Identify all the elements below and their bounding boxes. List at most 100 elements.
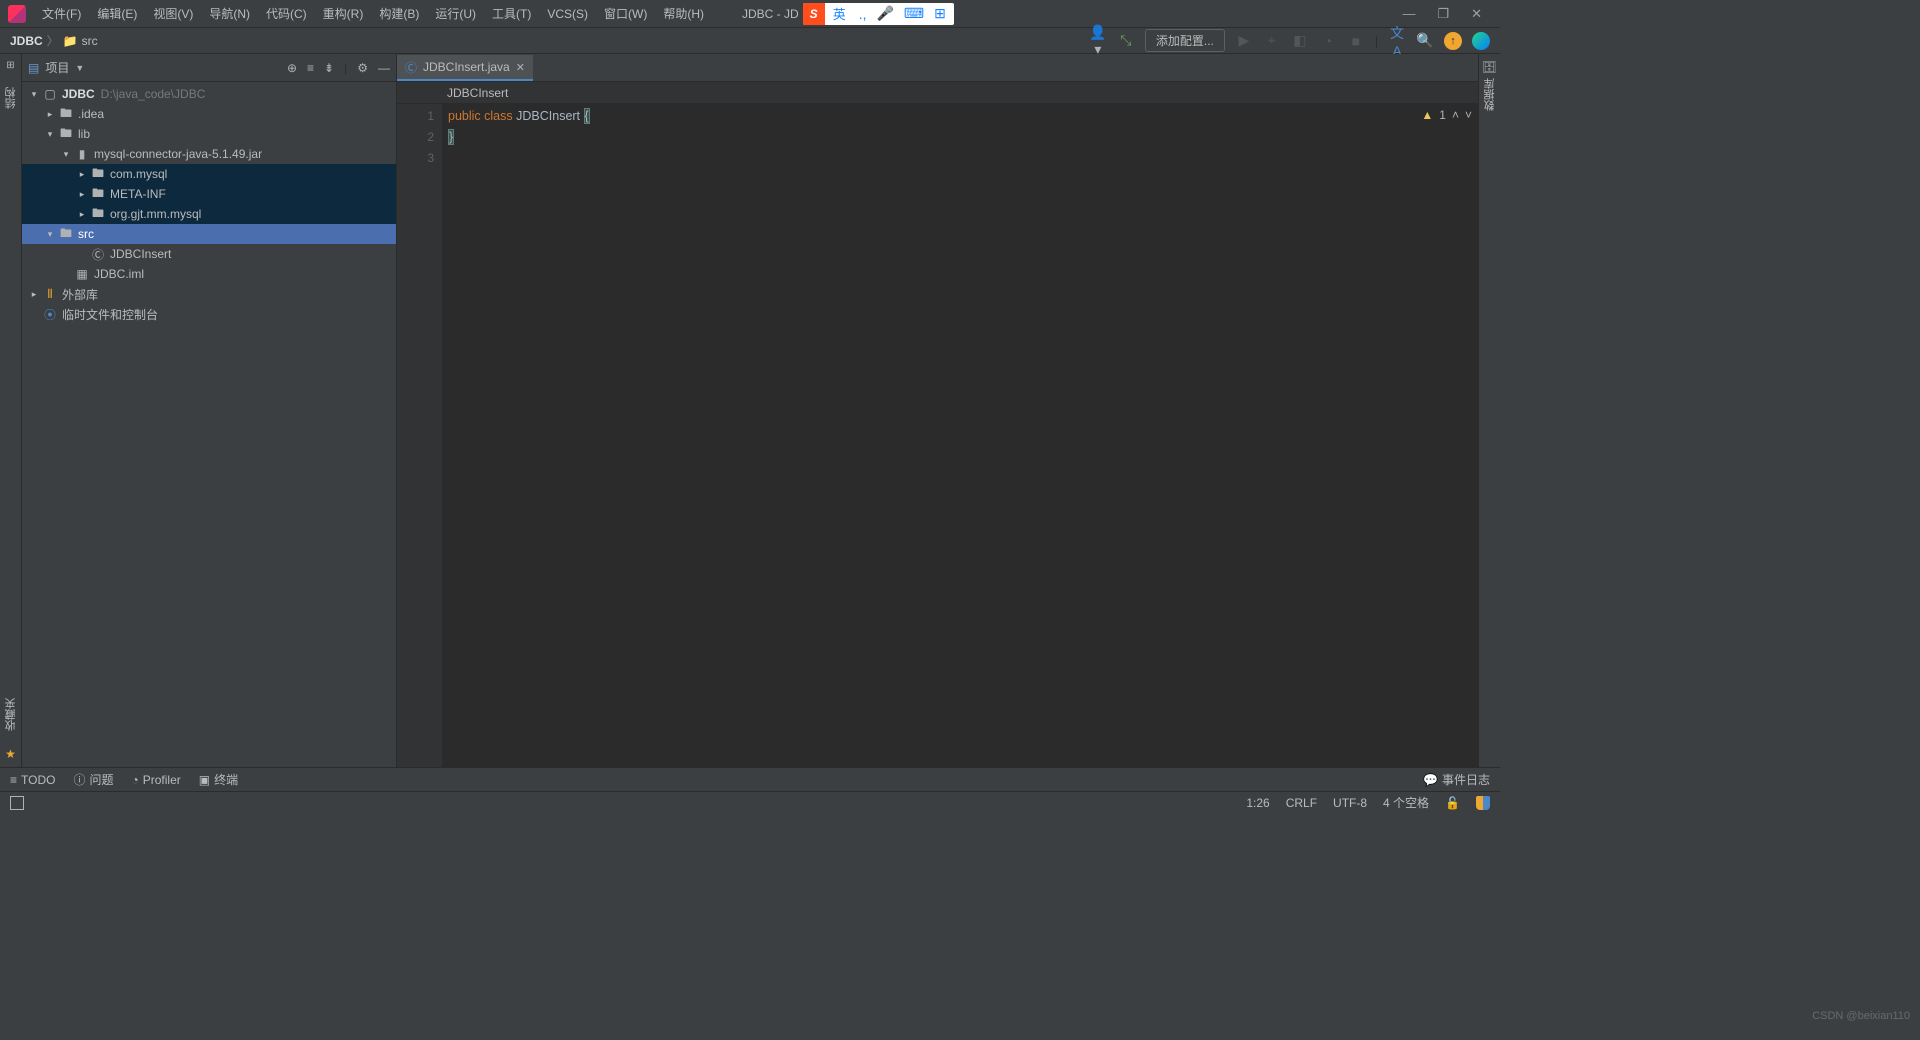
ime-lang[interactable]: 英 <box>825 4 854 23</box>
database-tool-button[interactable]: 数据库 <box>1482 78 1498 111</box>
line-number[interactable]: 1 <box>397 106 434 127</box>
menu-view[interactable]: 视图(V) <box>145 0 201 28</box>
structure-tool-button[interactable]: 结构 <box>3 87 19 109</box>
menu-window[interactable]: 窗口(W) <box>596 0 655 28</box>
tree-class-jdbcinsert[interactable]: ⒸJDBCInsert <box>22 244 396 264</box>
list-icon: ≡ <box>10 773 17 787</box>
collapse-all-icon[interactable]: ⇟ <box>324 61 334 75</box>
tree-external-libs[interactable]: ▸⫴外部库 <box>22 284 396 304</box>
next-highlight-icon[interactable]: ˅ <box>1465 108 1472 122</box>
tree-src-folder[interactable]: ▾🖿src <box>22 224 396 244</box>
search-icon[interactable]: 🔍 <box>1416 32 1434 49</box>
user-dropdown-icon[interactable]: 👤▾ <box>1089 24 1107 58</box>
line-number[interactable]: 3 <box>397 148 434 169</box>
tree-package-metainf[interactable]: ▸🖿META-INF <box>22 184 396 204</box>
ime-keyboard-icon[interactable]: ⌨ <box>899 5 929 22</box>
menu-build[interactable]: 构建(B) <box>371 0 427 28</box>
tab-label: JDBCInsert.java <box>423 60 510 74</box>
tree-package-com-mysql[interactable]: ▸🖿com.mysql <box>22 164 396 184</box>
favorites-tool-button[interactable]: 收藏夹 <box>3 698 19 731</box>
profiler-tool-button[interactable]: ◔Profiler <box>132 773 181 787</box>
menu-vcs[interactable]: VCS(S) <box>539 0 596 28</box>
maximize-button[interactable]: ❐ <box>1437 6 1449 22</box>
line-number[interactable]: 2 <box>397 127 434 148</box>
tree-idea-folder[interactable]: ▸🖿.idea <box>22 104 396 124</box>
menu-code[interactable]: 代码(C) <box>258 0 315 28</box>
classname: JDBCInsert <box>516 109 580 123</box>
file-encoding[interactable]: UTF-8 <box>1333 796 1367 810</box>
status-bar: 1:26 CRLF UTF-8 4 个空格 🔓 <box>0 791 1500 813</box>
ime-punct-icon[interactable]: ., <box>854 6 872 22</box>
coverage-icon[interactable]: ◧ <box>1291 32 1309 49</box>
menu-file[interactable]: 文件(F) <box>34 0 89 28</box>
tree-iml-file[interactable]: ▦JDBC.iml <box>22 264 396 284</box>
gear-icon[interactable]: ⚙ <box>357 61 368 75</box>
menu-run[interactable]: 运行(U) <box>427 0 484 28</box>
close-tab-icon[interactable]: ✕ <box>516 61 525 74</box>
locate-icon[interactable]: ⊕ <box>287 61 297 75</box>
todo-tool-button[interactable]: ≡ TODO <box>10 773 55 787</box>
database-icon[interactable]: 🗄 <box>1482 60 1497 74</box>
tree-lib-folder[interactable]: ▾🖿lib <box>22 124 396 144</box>
crumb-root[interactable]: JDBC <box>10 34 43 48</box>
project-dropdown-icon[interactable]: ▼ <box>75 63 84 73</box>
ime-mic-icon[interactable]: 🎤 <box>871 5 898 22</box>
menu-navigate[interactable]: 导航(N) <box>201 0 258 28</box>
editor-tab-jdbcinsert[interactable]: Ⓒ JDBCInsert.java ✕ <box>397 55 533 81</box>
stop-icon[interactable]: ■ <box>1347 33 1365 49</box>
problems-tool-button[interactable]: ⓘ问题 <box>73 771 113 788</box>
profile-icon[interactable]: ◔ <box>1319 33 1337 49</box>
run-icon[interactable]: ▶ <box>1235 32 1253 49</box>
project-title[interactable]: 项目 <box>45 59 69 76</box>
crumb-src[interactable]: src <box>82 34 98 48</box>
minimize-button[interactable]: — <box>1402 6 1415 22</box>
tree-package-org-gjt[interactable]: ▸🖿org.gjt.mm.mysql <box>22 204 396 224</box>
ime-grid-icon[interactable]: ⊞ <box>929 5 954 22</box>
module-path: D:\java_code\JDBC <box>101 87 206 101</box>
breadcrumb[interactable]: JDBC 〉 📁 src <box>10 32 98 49</box>
prev-highlight-icon[interactable]: ˄ <box>1452 108 1459 122</box>
hide-icon[interactable]: — <box>378 61 390 75</box>
avatar-icon[interactable] <box>1472 32 1490 50</box>
gutter[interactable]: 1 2 3 <box>397 104 442 767</box>
caret-position[interactable]: 1:26 <box>1246 796 1269 810</box>
readonly-lock-icon[interactable]: 🔓 <box>1445 796 1460 810</box>
event-log-tool-button[interactable]: 💬事件日志 <box>1423 771 1490 788</box>
inspection-widget[interactable]: ▲ 1 ˄ ˅ <box>1421 108 1472 122</box>
terminal-tool-button[interactable]: ▣终端 <box>199 771 238 788</box>
project-tree[interactable]: ▾▢ JDBC D:\java_code\JDBC ▸🖿.idea ▾🖿lib … <box>22 82 396 767</box>
menu-tools[interactable]: 工具(T) <box>484 0 539 28</box>
line-separator[interactable]: CRLF <box>1286 796 1317 810</box>
code-area[interactable]: 1 2 3 public class JDBCInsert { } ▲ 1 ˄ … <box>397 104 1478 767</box>
indent-setting[interactable]: 4 个空格 <box>1383 794 1429 811</box>
code-editor[interactable]: public class JDBCInsert { } <box>442 104 1478 767</box>
ime-bar[interactable]: S 英 ., 🎤 ⌨ ⊞ <box>803 3 954 25</box>
add-configuration-button[interactable]: 添加配置... <box>1145 29 1225 52</box>
editor-breadcrumb[interactable]: JDBCInsert <box>397 82 1478 104</box>
star-icon: ★ <box>5 747 16 761</box>
tool-windows-toggle-icon[interactable] <box>10 796 24 810</box>
tree-label: src <box>78 227 94 241</box>
ide-shield-icon[interactable] <box>1476 796 1490 810</box>
close-brace: } <box>448 129 454 145</box>
tree-label: JDBCInsert <box>110 247 171 261</box>
label: TODO <box>21 773 55 787</box>
folder-icon: 📁 <box>63 34 78 48</box>
debug-icon[interactable]: ⌖ <box>1263 32 1281 49</box>
tree-module-root[interactable]: ▾▢ JDBC D:\java_code\JDBC <box>22 84 396 104</box>
build-icon[interactable]: ⤡ <box>1117 32 1135 49</box>
update-icon[interactable]: ↑ <box>1444 32 1462 50</box>
editor-area: Ⓒ JDBCInsert.java ✕ JDBCInsert 1 2 3 pub… <box>397 54 1478 767</box>
menu-edit[interactable]: 编辑(E) <box>89 0 145 28</box>
tree-label: lib <box>78 127 90 141</box>
tree-scratches[interactable]: ⦿临时文件和控制台 <box>22 304 396 324</box>
profiler-icon: ◔ <box>132 773 139 787</box>
tree-label: .idea <box>78 107 104 121</box>
close-button[interactable]: ✕ <box>1471 6 1482 22</box>
breadcrumb-class[interactable]: JDBCInsert <box>447 86 508 100</box>
menu-refactor[interactable]: 重构(R) <box>315 0 372 28</box>
expand-all-icon[interactable]: ≡ <box>307 61 314 75</box>
menu-help[interactable]: 帮助(H) <box>655 0 712 28</box>
sogou-icon: S <box>803 3 825 25</box>
tree-jar[interactable]: ▾▮mysql-connector-java-5.1.49.jar <box>22 144 396 164</box>
